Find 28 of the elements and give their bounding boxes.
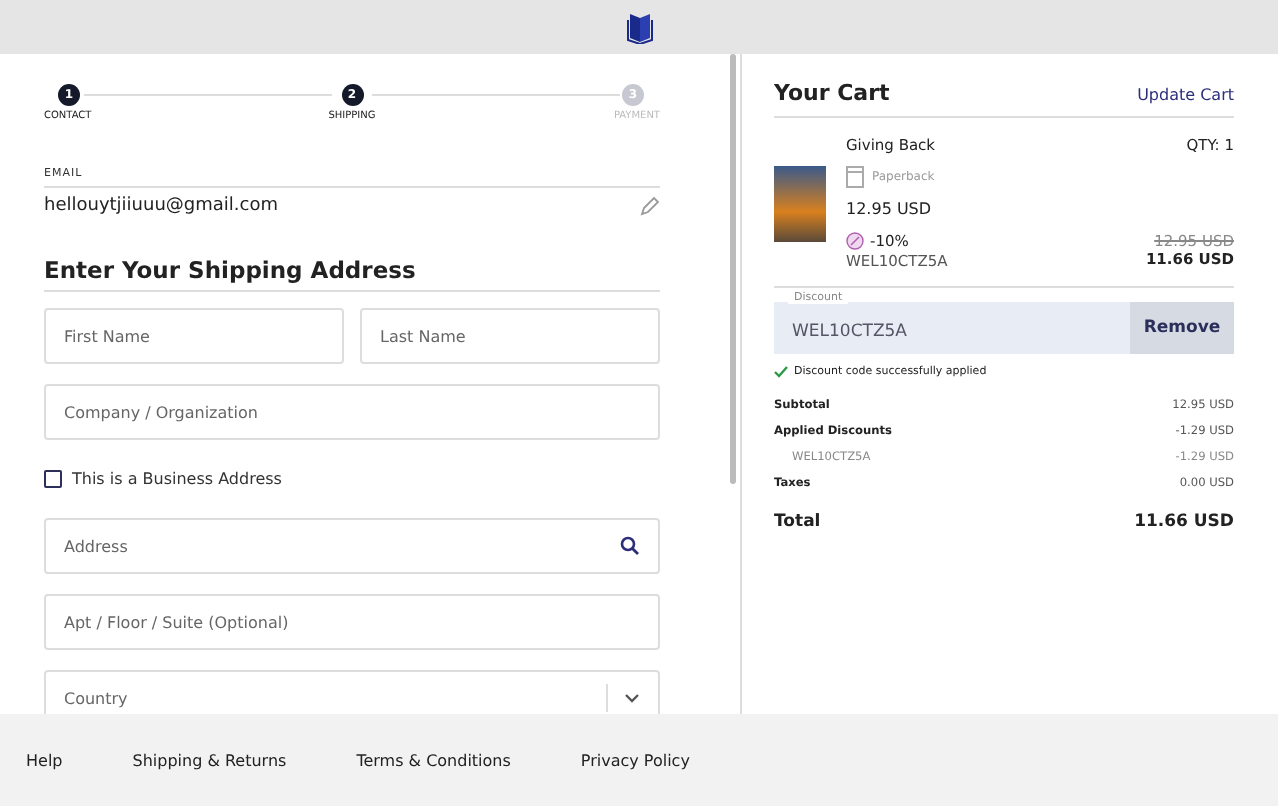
input-field[interactable]: Apt / Floor / Suite (Optional) [44,594,660,650]
footer-link[interactable]: Shipping & Returns [132,751,287,769]
country-select[interactable]: Country [44,670,660,714]
discount-field[interactable]: WEL10CTZ5A [774,302,1130,354]
check-icon [774,366,788,378]
book-logo-icon [625,11,653,43]
business-address-checkbox[interactable]: This is a Business Address [44,460,282,498]
book-format-icon [846,166,864,188]
scrollbar-thumb[interactable] [730,54,736,484]
email-value: hellouytjiiuuu@gmail.com [44,196,278,216]
cart-title: Your Cart [774,80,890,106]
update-cart-link[interactable]: Update Cart [1137,86,1234,104]
input-field[interactable]: Last Name [360,308,660,364]
input-field[interactable]: Company / Organization [44,384,660,440]
book-cover-placeholder [774,165,826,241]
item-price: 12.95 USD [846,200,934,218]
chevron-down-icon [624,693,640,703]
section-heading: Enter Your Shipping Address [44,256,660,292]
address-field[interactable]: Address [44,518,660,574]
input-field[interactable]: First Name [44,308,344,364]
summary-label: Total [774,512,821,532]
footer-link[interactable]: Help [26,751,63,769]
search-icon [620,536,640,556]
summary-value: 11.66 USD [1134,512,1234,532]
footer-link[interactable]: Privacy Policy [580,751,690,769]
edit-icon[interactable] [640,196,660,216]
footer-link[interactable]: Terms & Conditions [356,751,511,769]
remove-button[interactable]: Remove [1130,302,1234,354]
